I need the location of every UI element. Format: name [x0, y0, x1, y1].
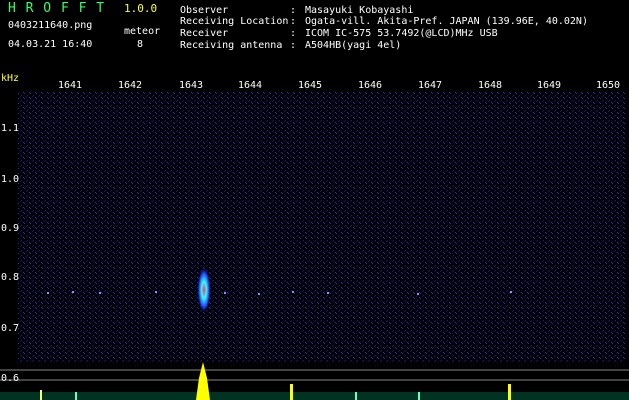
- location-colon: :: [290, 16, 297, 27]
- observer-colon: :: [290, 5, 297, 16]
- app-brand: H R O F F T: [8, 1, 106, 16]
- time-tick: 1644: [238, 80, 263, 91]
- time-tick: 1649: [537, 80, 562, 91]
- freq-tick: 1.0: [1, 174, 20, 185]
- freq-tick: 0.6: [1, 373, 20, 384]
- receiver-colon: :: [290, 28, 297, 39]
- noise-field: [18, 92, 626, 362]
- receiver-value: ICOM IC-575 53.7492(@LCD)MHz USB: [305, 28, 498, 39]
- meteor-echo: [197, 266, 211, 314]
- time-tick: 1643: [179, 80, 204, 91]
- freq-tick: 0.8: [1, 272, 20, 283]
- time-tick: 1650: [596, 80, 621, 91]
- time-tick: 1642: [118, 80, 143, 91]
- app-version: 1.0.0: [124, 2, 158, 15]
- meteor-count: 8: [137, 39, 144, 50]
- amplitude-strip: [0, 362, 629, 400]
- unit-label: kHz: [1, 73, 20, 84]
- file-name: 0403211640.png: [8, 20, 93, 31]
- meteor-label: meteor: [124, 26, 161, 37]
- location-value: Ogata-vill. Akita-Pref. JAPAN (139.96E, …: [305, 16, 588, 27]
- spectrogram-plot: [0, 92, 629, 400]
- capture-datetime: 04.03.21 16:40: [8, 39, 93, 50]
- freq-tick: 1.1: [1, 123, 20, 134]
- antenna-colon: :: [290, 40, 297, 51]
- time-tick: 1645: [298, 80, 323, 91]
- time-tick: 1648: [478, 80, 503, 91]
- observer-value: Masayuki Kobayashi: [305, 5, 414, 16]
- time-tick: 1641: [58, 80, 83, 91]
- time-tick: 1647: [418, 80, 443, 91]
- freq-tick: 0.9: [1, 223, 20, 234]
- antenna-label: Receiving antenna: [180, 40, 283, 51]
- freq-tick: 0.7: [1, 323, 20, 334]
- location-label: Receiving Location: [180, 16, 289, 27]
- observer-label: Observer: [180, 5, 229, 16]
- receiver-label: Receiver: [180, 28, 229, 39]
- antenna-value: A504HB(yagi 4el): [305, 40, 402, 51]
- time-tick: 1646: [358, 80, 383, 91]
